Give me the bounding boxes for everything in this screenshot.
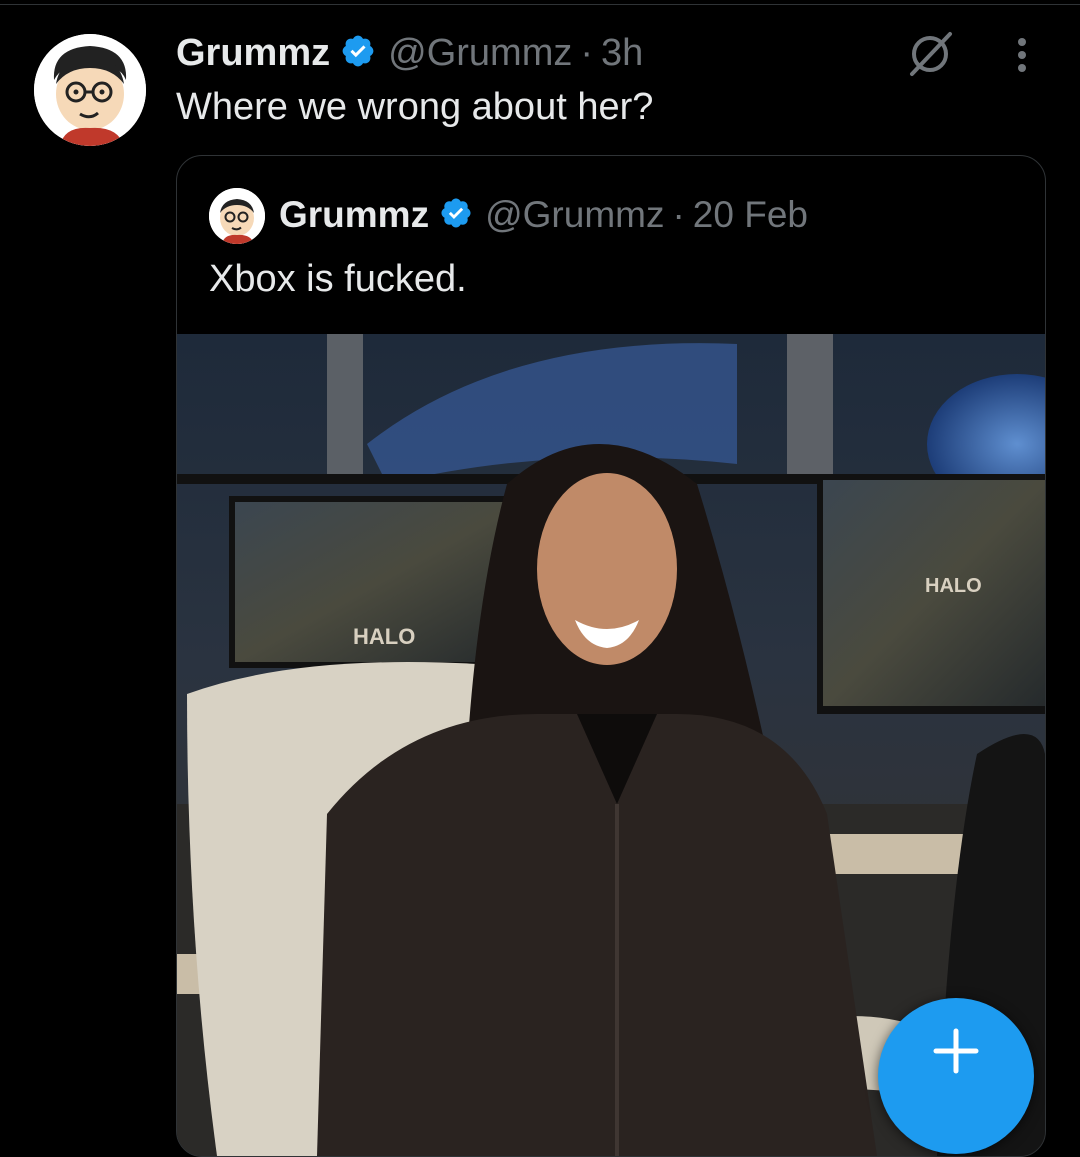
more-icon[interactable] <box>1002 34 1042 74</box>
tweet-header: Grummz @Grummz · 3h <box>176 28 643 78</box>
author-handle[interactable]: @Grummz <box>388 32 572 75</box>
top-divider <box>0 4 1080 5</box>
tweet-text: Where we wrong about her? <box>176 86 654 128</box>
verified-badge-icon <box>439 196 473 235</box>
verified-badge-icon <box>340 33 376 74</box>
grok-icon[interactable] <box>904 28 956 80</box>
halo-screen-text: HALO <box>353 624 415 649</box>
tweet-timestamp[interactable]: 3h <box>601 32 643 75</box>
quoted-author-avatar[interactable] <box>209 188 265 244</box>
quoted-author-handle[interactable]: @Grummz <box>485 194 664 236</box>
quoted-tweet[interactable]: Grummz @Grummz · 20 Feb Xbox is fucked. <box>176 155 1046 1157</box>
plus-icon <box>933 1028 979 1074</box>
separator-dot: · <box>672 194 685 235</box>
separator-dot: · <box>580 31 594 74</box>
quoted-tweet-timestamp[interactable]: 20 Feb <box>693 194 808 236</box>
quoted-tweet-text: Xbox is fucked. <box>209 258 467 300</box>
quoted-author-name[interactable]: Grummz <box>279 194 429 236</box>
author-avatar[interactable] <box>34 34 146 146</box>
halo-screen-text: HALO <box>925 575 982 597</box>
author-name[interactable]: Grummz <box>176 32 330 75</box>
quoted-tweet-header: Grummz @Grummz · 20 Feb <box>279 190 808 240</box>
